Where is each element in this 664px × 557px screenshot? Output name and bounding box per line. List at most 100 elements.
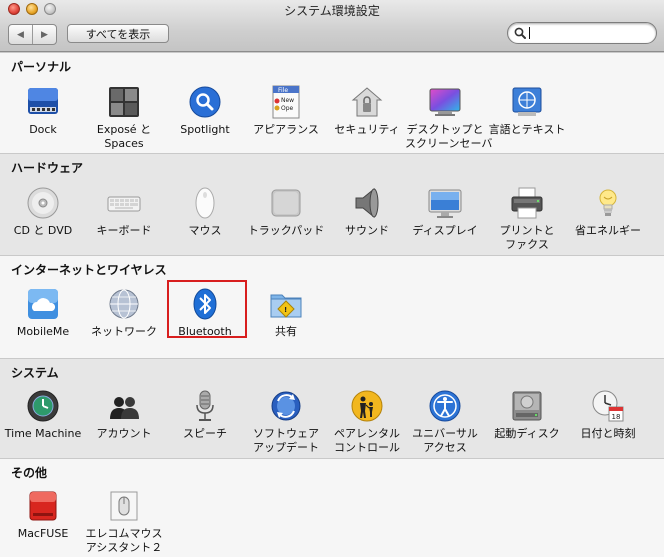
pane-label: MobileMe <box>16 325 70 338</box>
parental-controls-icon <box>350 389 384 423</box>
svg-text:Ope: Ope <box>281 105 294 112</box>
pane-label: 日付と時刻 <box>580 427 636 440</box>
window-title: システム環境設定 <box>284 4 380 18</box>
calendar-day: 18 <box>612 413 621 421</box>
energy-saver-icon <box>591 186 625 220</box>
pane-label: Dock <box>29 123 57 136</box>
svg-text:!: ! <box>284 306 287 314</box>
pane-expose-spaces[interactable]: Exposé と Spaces <box>84 85 164 151</box>
show-all-button[interactable]: すべてを表示 <box>67 24 169 43</box>
pane-elecom-mouse-assistant[interactable]: エレコムマウス アシスタント２ <box>84 489 164 555</box>
section-title-personal: パーソナル <box>11 60 72 74</box>
pane-desktop-screensaver[interactable]: デスクトップと スクリーンセーバ <box>405 85 492 151</box>
sharing-icon: ! <box>269 287 303 321</box>
pane-label: デスクトップと <box>406 123 484 136</box>
pane-label: 言語とテキスト <box>488 123 566 136</box>
section-title-hardware: ハードウェア <box>11 161 84 175</box>
speech-icon <box>188 389 222 423</box>
section-internet-wireless: インターネットとワイヤレス MobileMe ネットワーク Bluetooth … <box>0 255 664 358</box>
pane-trackpad[interactable]: トラックパッド <box>246 186 326 238</box>
macfuse-icon <box>26 489 60 523</box>
pane-print-fax[interactable]: プリントと ファクス <box>487 186 567 252</box>
section-title-other: その他 <box>11 466 48 480</box>
pane-universal-access[interactable]: ユニバーサル アクセス <box>405 389 485 455</box>
keyboard-icon <box>107 186 141 220</box>
pane-label: 起動ディスク <box>494 427 560 440</box>
section-system: システム Time Machine アカウント スピーチ ソフトウェア アップデー… <box>0 358 664 458</box>
pane-label: スピーチ <box>183 427 227 440</box>
pane-date-time[interactable]: 18 日付と時刻 <box>568 389 648 441</box>
section-personal: パーソナル Dock Exposé と Spaces Spotlight File… <box>0 52 664 153</box>
title-toolbar: システム環境設定 ◀ ▶ すべてを表示 <box>0 0 664 52</box>
pane-sound[interactable]: サウンド <box>327 186 407 238</box>
back-button[interactable]: ◀ <box>9 25 32 44</box>
pane-label: Exposé と <box>96 123 152 136</box>
universal-access-icon <box>428 389 462 423</box>
search-input[interactable] <box>528 25 648 41</box>
mouse-icon <box>188 186 222 220</box>
pane-label: キーボード <box>96 224 152 237</box>
pane-keyboard[interactable]: キーボード <box>84 186 164 238</box>
pane-cd-dvd[interactable]: CD と DVD <box>3 186 83 238</box>
section-title-internet-wireless: インターネットとワイヤレス <box>11 263 167 277</box>
dock-icon <box>26 85 60 119</box>
accounts-icon <box>107 389 141 423</box>
pane-time-machine[interactable]: Time Machine <box>3 389 83 441</box>
pane-software-update[interactable]: ソフトウェア アップデート <box>246 389 326 455</box>
sound-icon <box>350 186 384 220</box>
pane-label: 共有 <box>275 325 297 338</box>
pane-label: ネットワーク <box>91 325 157 338</box>
svg-text:File: File <box>278 87 288 94</box>
pane-label-line2: アップデート <box>253 441 319 454</box>
expose-spaces-icon <box>107 85 141 119</box>
pane-dock[interactable]: Dock <box>3 85 83 137</box>
appearance-icon: File New Ope <box>269 85 303 119</box>
spotlight-icon <box>188 85 222 119</box>
pane-label: ディスプレイ <box>412 224 478 237</box>
pane-energy-saver[interactable]: 省エネルギー <box>568 186 648 238</box>
search-field[interactable] <box>507 22 657 44</box>
pane-accounts[interactable]: アカウント <box>84 389 164 441</box>
elecom-mouse-assistant-icon <box>107 489 141 523</box>
pane-label: Spotlight <box>180 123 230 136</box>
system-preferences-window: システム環境設定 ◀ ▶ すべてを表示 パーソナル Dock Exposé と … <box>0 0 664 557</box>
startup-disk-icon <box>510 389 544 423</box>
security-icon <box>350 85 384 119</box>
pane-language-text[interactable]: 言語とテキスト <box>487 85 567 137</box>
pane-spotlight[interactable]: Spotlight <box>165 85 245 137</box>
network-icon <box>107 287 141 321</box>
pane-speech[interactable]: スピーチ <box>165 389 245 441</box>
pane-display[interactable]: ディスプレイ <box>405 186 485 238</box>
pane-label: Time Machine <box>4 427 82 440</box>
search-icon <box>514 27 526 39</box>
pane-label: エレコムマウス <box>85 527 163 540</box>
time-machine-icon <box>26 389 60 423</box>
pane-macfuse[interactable]: MacFUSE <box>3 489 83 541</box>
pane-network[interactable]: ネットワーク <box>84 287 164 339</box>
pane-mobileme[interactable]: MobileMe <box>3 287 83 339</box>
pane-label: トラックパッド <box>247 224 325 237</box>
pane-label: サウンド <box>345 224 389 237</box>
pane-label: セキュリティ <box>334 123 400 136</box>
pane-label: ユニバーサル <box>412 427 478 440</box>
pane-label-line2: アシスタント２ <box>85 541 163 554</box>
pane-security[interactable]: セキュリティ <box>327 85 407 137</box>
desktop-screensaver-icon <box>428 85 462 119</box>
pane-label: アピアランス <box>253 123 319 136</box>
bluetooth-icon <box>188 287 222 321</box>
forward-button[interactable]: ▶ <box>32 25 56 44</box>
language-text-icon <box>510 85 544 119</box>
pane-parental-controls[interactable]: ペアレンタル コントロール <box>327 389 407 455</box>
pane-mouse[interactable]: マウス <box>165 186 245 238</box>
pane-appearance[interactable]: File New Ope アピアランス <box>246 85 326 137</box>
svg-text:New: New <box>281 97 294 104</box>
pane-label: ソフトウェア <box>253 427 319 440</box>
trackpad-icon <box>269 186 303 220</box>
pane-bluetooth[interactable]: Bluetooth <box>165 287 245 339</box>
section-other: その他 MacFUSE エレコムマウス アシスタント２ <box>0 458 664 557</box>
pane-label: アカウント <box>96 427 152 440</box>
nav-buttons: ◀ ▶ <box>8 24 57 45</box>
pane-startup-disk[interactable]: 起動ディスク <box>487 389 567 441</box>
pane-sharing[interactable]: ! 共有 <box>246 287 326 339</box>
pane-label: ペアレンタル <box>334 427 400 440</box>
